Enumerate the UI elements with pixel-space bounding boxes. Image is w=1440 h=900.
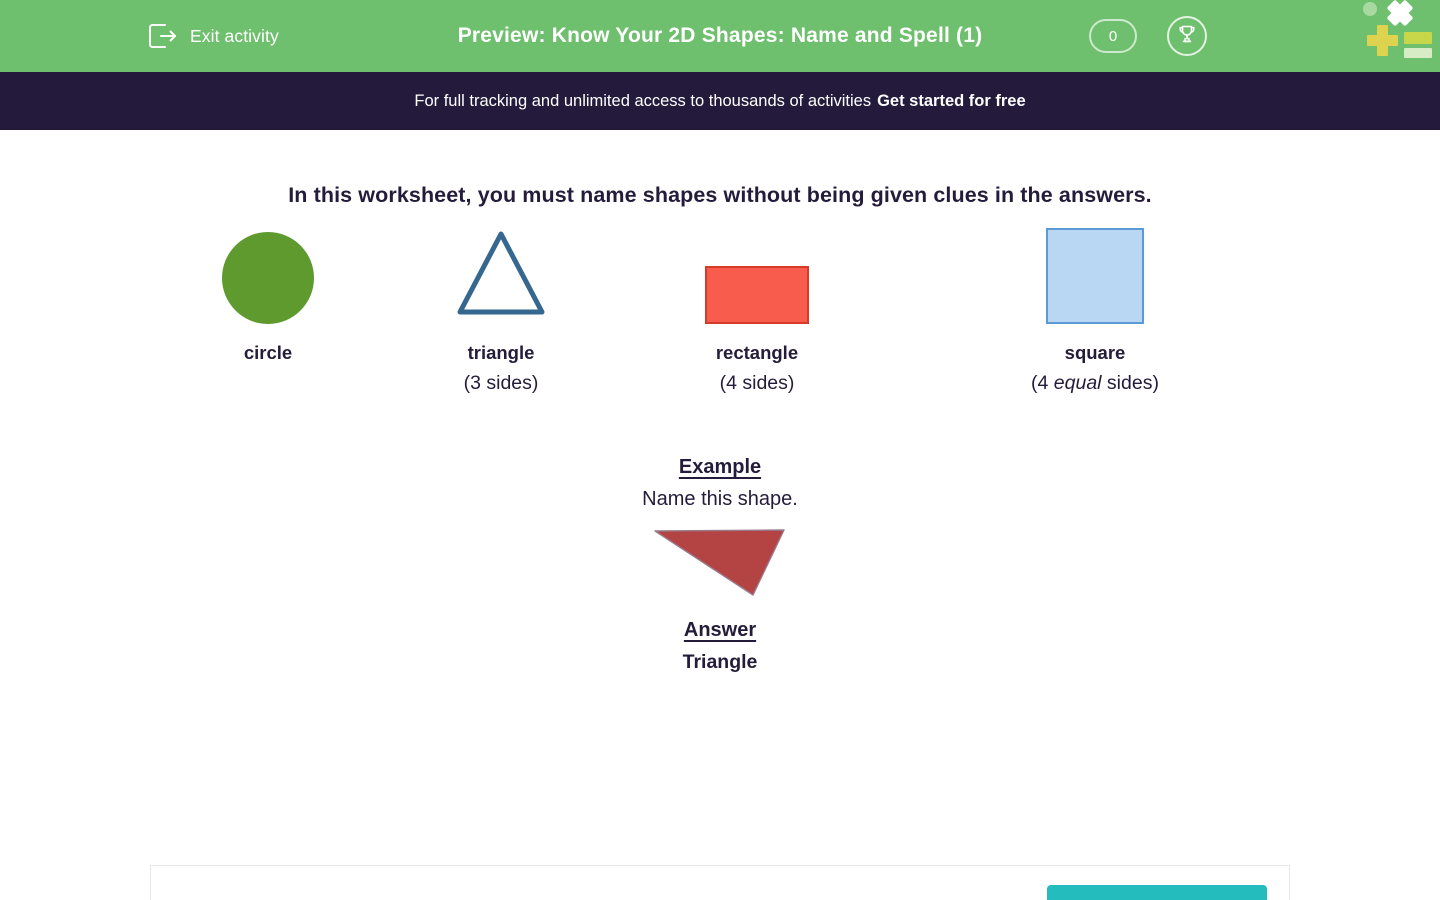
shape-legend-square: square (4 equal sides) (1009, 224, 1181, 395)
shape-legend-rectangle: rectangle (4 sides) (671, 224, 843, 395)
shape-label-triangle: triangle (467, 342, 535, 363)
example-shape-art (0, 517, 1440, 613)
shape-sub-square: (4 equal sides) (1009, 372, 1181, 395)
shape-label-rectangle: rectangle (715, 342, 799, 363)
score-badge[interactable]: 0 (1089, 19, 1137, 53)
red-scalene-triangle-shape (654, 528, 786, 602)
confetti-decoration (1360, 0, 1432, 60)
promo-cta-link[interactable]: Get started for free (877, 92, 1026, 111)
promo-text: For full tracking and unlimited access t… (414, 91, 872, 110)
answer-heading: Answer (683, 619, 757, 641)
circle-shape-art (182, 224, 354, 324)
rectangle-shape (705, 266, 809, 324)
example-prompt: Name this shape. (642, 488, 798, 510)
shape-label-square: square (1064, 342, 1126, 363)
square-shape-art (1009, 224, 1181, 324)
triangle-shape-art (415, 224, 587, 324)
activity-header: Exit activity Preview: Know Your 2D Shap… (0, 0, 1440, 72)
promo-banner[interactable]: For full tracking and unlimited access t… (0, 72, 1440, 130)
shape-legend-row: circle triangle (3 sides) rectangle (4 s… (0, 224, 1440, 394)
trophy-icon (1176, 23, 1198, 50)
example-block: Example Name this shape. (0, 456, 1440, 613)
circle-shape (222, 232, 314, 324)
square-sub-tail: sides) (1101, 372, 1159, 394)
answer-value: Triangle (682, 651, 758, 673)
worksheet-main: In this worksheet, you must name shapes … (0, 130, 1440, 900)
shape-sub-triangle: (3 sides) (463, 372, 539, 394)
score-value: 0 (1108, 27, 1118, 45)
start-activity-card: This activity contains 10 questions Star… (150, 865, 1290, 900)
shape-legend-circle: circle (182, 224, 354, 372)
triangle-outline-shape (455, 227, 547, 324)
rectangle-shape-art (671, 224, 843, 324)
shape-sub-rectangle: (4 sides) (719, 372, 795, 394)
square-sub-emphasis: equal (1053, 372, 1102, 394)
shape-legend-triangle: triangle (3 sides) (415, 224, 587, 395)
trophy-button[interactable] (1167, 16, 1207, 56)
square-sub-lead: (4 (1031, 372, 1054, 394)
answer-block: Answer Triangle (0, 619, 1440, 674)
square-shape (1046, 228, 1144, 324)
worksheet-instruction: In this worksheet, you must name shapes … (288, 183, 1152, 207)
example-heading: Example (678, 456, 762, 478)
start-button[interactable]: Start (1047, 884, 1267, 900)
page-title: Preview: Know Your 2D Shapes: Name and S… (457, 24, 983, 47)
shape-label-circle: circle (243, 342, 293, 363)
